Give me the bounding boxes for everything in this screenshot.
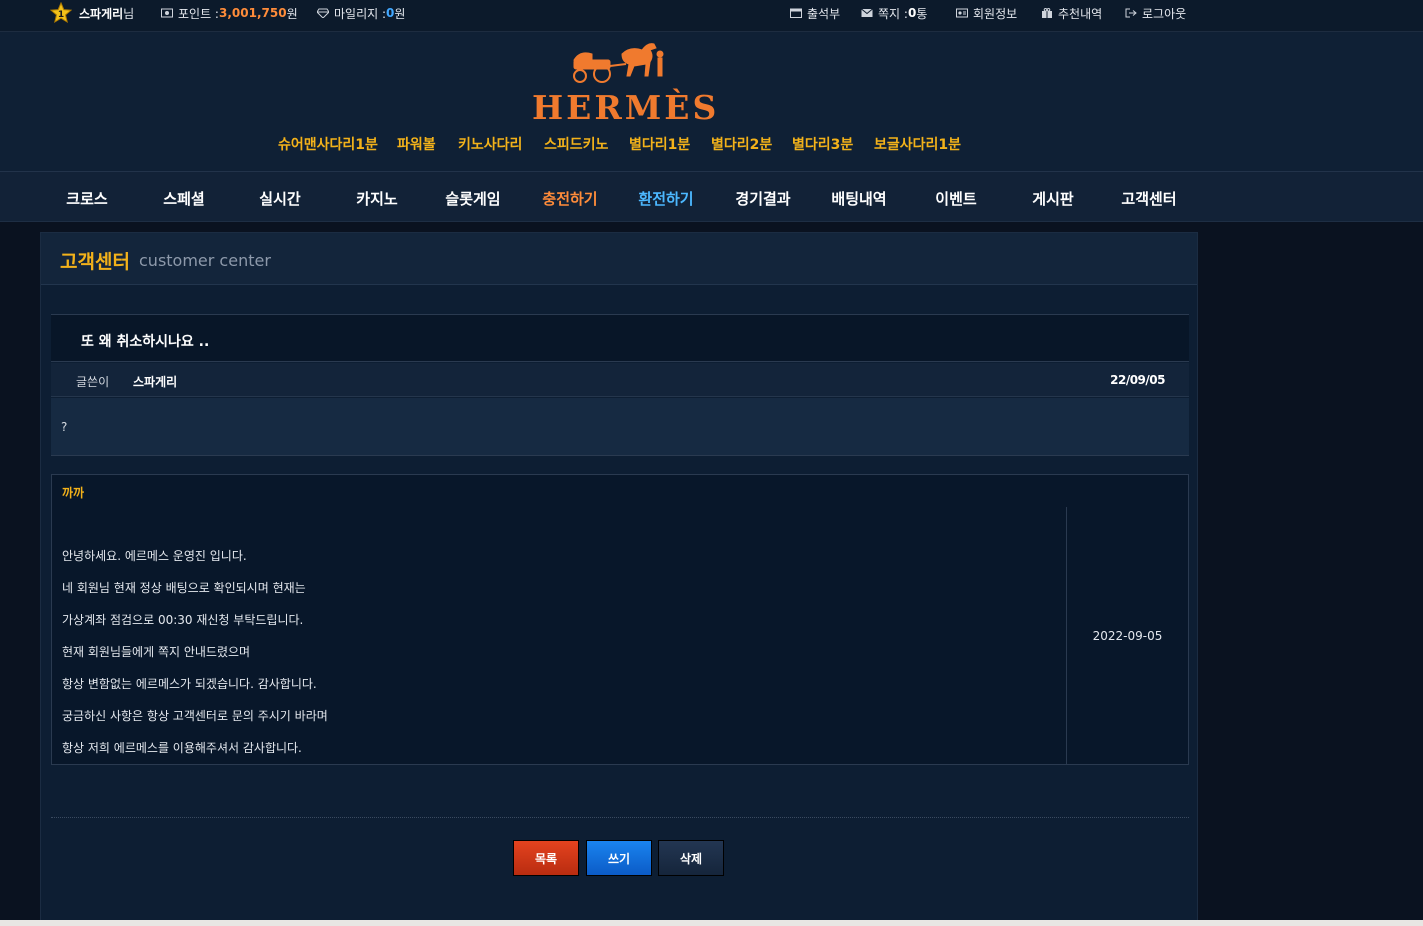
carriage-logo-icon: [573, 43, 664, 83]
nav-item-support[interactable]: 고객센터: [1101, 188, 1197, 209]
money-icon: [161, 8, 173, 18]
brand-name[interactable]: HERMÈS: [532, 88, 719, 127]
subnav-item-speed-keno[interactable]: 스피드키노: [544, 134, 608, 154]
reply-line: 현재 회원님들에게 쪽지 안내드렸으며: [62, 645, 251, 659]
subnav-item-powerball[interactable]: 파워볼: [397, 134, 436, 154]
points-display: 포인트 : 3,001,750 원: [161, 0, 298, 26]
reply-body: 안녕하세요. 에르메스 운영진 입니다. 네 회원님 현재 정상 배팅으로 확인…: [51, 507, 1067, 765]
panel-subtitle: customer center: [139, 251, 271, 270]
delete-button[interactable]: 삭제: [658, 840, 724, 876]
right-gutter: [1198, 222, 1423, 922]
id-card-icon: [956, 8, 968, 18]
diamond-icon: [317, 8, 329, 18]
subnav-item-star-ladder-3[interactable]: 별다리3분: [792, 134, 853, 154]
nav-item-results[interactable]: 경기결과: [715, 188, 811, 209]
referral-label[interactable]: 추천내역: [1058, 5, 1102, 22]
reply-line: 항상 변함없는 에르메스가 되겠습니다. 감사합니다.: [62, 677, 317, 691]
author-label: 글쓴이: [76, 375, 110, 389]
post-title-row: 또 왜 취소하시나요 ..: [51, 314, 1189, 362]
nav-item-special[interactable]: 스페셜: [136, 188, 232, 209]
points-label: 포인트 :: [178, 6, 219, 21]
nav-item-bet-history[interactable]: 배팅내역: [811, 188, 907, 209]
gift-icon: [1042, 8, 1052, 18]
logout-icon: [1125, 8, 1137, 18]
mileage-unit: 원: [394, 6, 406, 21]
level-star-icon: 1: [50, 2, 72, 24]
envelope-icon: [861, 8, 873, 17]
referral-link[interactable]: 추천내역: [1041, 0, 1102, 26]
write-button[interactable]: 쓰기: [586, 840, 652, 876]
messages-unit[interactable]: 통: [916, 5, 927, 22]
points-value: 3,001,750: [218, 6, 287, 20]
nav-item-deposit[interactable]: 충전하기: [522, 188, 618, 209]
reply-header: 까까: [51, 474, 1189, 508]
messages-label[interactable]: 쪽지 :: [878, 5, 908, 22]
logout-label[interactable]: 로그아웃: [1142, 5, 1186, 22]
footer-strip: [0, 920, 1423, 926]
subnav-item-star-ladder-2[interactable]: 별다리2분: [711, 134, 772, 154]
reply-author: 까까: [62, 486, 85, 500]
member-info-label[interactable]: 회원정보: [973, 5, 1017, 22]
nav-item-cross[interactable]: 크로스: [39, 188, 135, 209]
panel-header: 고객센터 customer center: [41, 233, 1197, 285]
messages-link[interactable]: 쪽지 : 0 통: [861, 0, 927, 26]
post-body-text: ?: [61, 420, 68, 434]
reply-line: 안녕하세요. 에르메스 운영진 입니다.: [62, 549, 247, 563]
divider: [51, 817, 1189, 818]
nav-item-live[interactable]: 실시간: [232, 188, 328, 209]
reply-line: 궁금하신 사항은 항상 고객센터로 문의 주시기 바라며: [62, 709, 328, 723]
panel-title: 고객센터: [60, 251, 130, 273]
game-subnav: 슈어맨사다리1분 파워볼 키노사다리 스피드키노 별다리1분 별다리2분 별다리…: [0, 134, 1423, 154]
attendance-label[interactable]: 출석부: [807, 5, 840, 22]
reply-date: 2022-09-05: [1092, 629, 1163, 643]
top-bar: 1 스파게리 님 포인트 : 3,001,750 원 마일리지 : 0원 출석부 쪽…: [0, 0, 1423, 32]
brand-logo[interactable]: HERMÈS: [530, 40, 716, 127]
calendar-icon: [790, 8, 802, 18]
nav-item-event[interactable]: 이벤트: [908, 188, 1004, 209]
level-number: 1: [58, 10, 64, 20]
subnav-item-sureman-ladder[interactable]: 슈어맨사다리1분: [278, 134, 378, 154]
points-unit: 원: [286, 6, 298, 21]
mileage-label: 마일리지 :: [334, 6, 387, 21]
mileage-value: 0: [386, 6, 395, 20]
nav-item-board[interactable]: 게시판: [1005, 188, 1101, 209]
reply-date-cell: 2022-09-05: [1066, 507, 1189, 765]
subnav-item-keno-ladder[interactable]: 키노사다리: [458, 134, 522, 154]
username-suffix: 님: [123, 6, 135, 21]
attendance-link[interactable]: 출석부: [790, 0, 840, 26]
list-button[interactable]: 목록: [513, 840, 579, 876]
post-body: ?: [51, 398, 1189, 456]
nav-item-slot[interactable]: 슬롯게임: [425, 188, 521, 209]
username-text: 스파게리: [79, 6, 124, 21]
messages-count[interactable]: 0: [908, 6, 916, 20]
username: 스파게리 님: [79, 0, 134, 26]
post-author: 스파게리: [133, 375, 178, 389]
reply-line: 네 회원님 현재 정상 배팅으로 확인되시며 현재는: [62, 581, 306, 595]
post-title: 또 왜 취소하시나요 ..: [81, 334, 210, 350]
nav-item-withdraw[interactable]: 환전하기: [618, 188, 714, 209]
reply-line: 항상 저희 에르메스를 이용해주셔서 감사합니다.: [62, 741, 302, 755]
member-info-link[interactable]: 회원정보: [956, 0, 1017, 26]
main-nav: 크로스 스페셜 실시간 카지노 슬롯게임 충전하기 환전하기 경기결과 배팅내역…: [0, 172, 1423, 222]
left-gutter: [0, 222, 40, 922]
post-date: 22/09/05: [1110, 373, 1165, 387]
post-meta-row: 글쓴이 스파게리 22/09/05: [51, 363, 1189, 397]
logout-link[interactable]: 로그아웃: [1125, 0, 1186, 26]
reply-line: 가상계좌 점검으로 00:30 재신청 부탁드립니다.: [62, 613, 304, 627]
subnav-item-star-ladder-1[interactable]: 별다리1분: [629, 134, 690, 154]
subnav-item-bogle-ladder[interactable]: 보글사다리1분: [874, 134, 961, 154]
mileage-display: 마일리지 : 0원: [317, 0, 405, 26]
support-panel: 고객센터 customer center 또 왜 취소하시나요 .. 글쓴이 스…: [40, 232, 1198, 922]
nav-item-casino[interactable]: 카지노: [329, 188, 425, 209]
